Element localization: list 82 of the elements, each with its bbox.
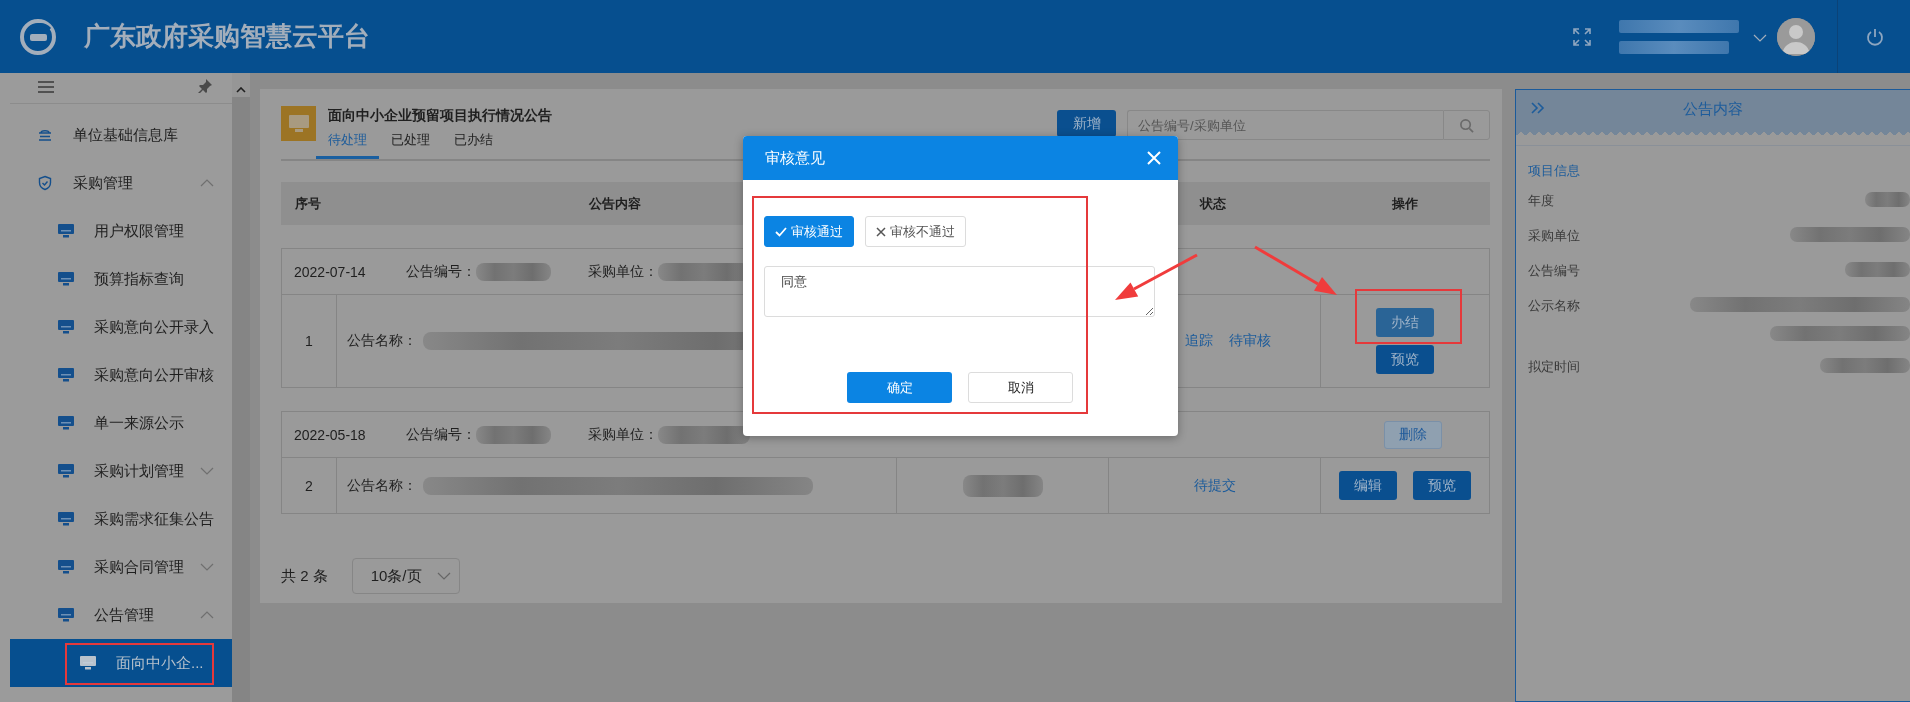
confirm-button[interactable]: 确定	[847, 372, 952, 403]
monitor-icon	[80, 656, 96, 670]
status-text: 待提交	[1193, 476, 1236, 495]
tab[interactable]: 已办结	[442, 130, 505, 159]
action-button[interactable]: 预览	[1413, 471, 1471, 500]
sidebar-item[interactable]: 采购意向公开录入	[10, 303, 232, 351]
status-text: 待审核	[1229, 332, 1271, 350]
sidebar-item[interactable]: 采购合同管理	[10, 543, 232, 591]
monitor-icon	[281, 106, 316, 141]
field-label: 公告编号：	[406, 425, 476, 444]
monitor-icon	[58, 320, 74, 334]
close-icon[interactable]	[1147, 151, 1161, 165]
double-chevron-icon[interactable]	[1531, 102, 1545, 114]
field-label: 公告编号：	[406, 262, 476, 281]
dialog-title: 审核意见	[765, 148, 825, 168]
action-button[interactable]: 预览	[1376, 345, 1434, 374]
scrollbar[interactable]	[232, 73, 250, 702]
search-button[interactable]	[1443, 110, 1490, 140]
page-title: 面向中小企业预留项目执行情况公告	[327, 106, 552, 125]
option-button[interactable]: 审核通过	[764, 216, 854, 247]
tab[interactable]: 已处理	[379, 130, 442, 159]
column-header: 状态	[1198, 194, 1227, 213]
add-button[interactable]: 新增	[1057, 110, 1116, 137]
comment-field[interactable]: 同意	[764, 266, 1155, 317]
fullscreen-icon[interactable]	[1573, 27, 1591, 46]
check-icon	[775, 226, 787, 237]
chevron-down-icon	[436, 572, 451, 580]
field-label: 采购单位	[1528, 227, 1580, 245]
cancel-button[interactable]: 取消	[968, 372, 1073, 403]
sidebar-item[interactable]: 采购计划管理	[10, 447, 232, 495]
column-header: 序号	[294, 194, 322, 213]
row-index: 1	[304, 332, 314, 351]
search-field[interactable]: 公告编号/采购单位	[1127, 110, 1443, 140]
date-text: 2022-07-14	[294, 263, 367, 280]
app-title: 广东政府采购智慧云平台	[84, 20, 370, 53]
action-button[interactable]: 办结	[1376, 308, 1434, 337]
sidebar-item[interactable]: 公告管理	[10, 591, 232, 639]
search-icon	[1459, 117, 1474, 133]
sidebar-item[interactable]: 面向中小企...	[10, 639, 232, 687]
sidebar-item[interactable]: 预算指标查询	[10, 255, 232, 303]
monitor-icon	[58, 464, 74, 478]
monitor-icon	[58, 608, 74, 622]
date-text: 2022-05-18	[294, 426, 367, 443]
monitor-icon	[58, 560, 74, 574]
close-icon	[876, 226, 886, 237]
chevron-down-icon[interactable]	[200, 467, 214, 475]
sidebar-item[interactable]: 采购意向公开审核	[10, 351, 232, 399]
monitor-icon	[58, 368, 74, 382]
column-header: 公告内容	[588, 194, 642, 213]
field-label: 年度	[1528, 192, 1554, 210]
sidebar-item[interactable]: 单一来源公示	[10, 399, 232, 447]
column-header: 操作	[1390, 194, 1419, 213]
field-label: 公告名称：	[347, 476, 417, 495]
avatar[interactable]	[1777, 17, 1815, 56]
chevron-down-icon[interactable]	[200, 563, 214, 571]
field-label: 采购单位：	[588, 262, 658, 281]
sidebar-item[interactable]: 单位基础信息库	[10, 111, 232, 159]
section-title: 项目信息	[1527, 162, 1581, 180]
monitor-icon	[58, 512, 74, 526]
field-label: 采购单位：	[588, 425, 658, 444]
redacted-block	[1845, 262, 1910, 277]
field-label: 公告编号	[1528, 262, 1580, 280]
monitor-icon	[58, 224, 74, 238]
total-count: 共 2 条	[281, 566, 328, 586]
panel-title: 公告内容	[1683, 99, 1743, 119]
option-button[interactable]: 审核不通过	[865, 216, 966, 247]
action-button[interactable]: 编辑	[1339, 471, 1397, 500]
field-label: 公示名称	[1528, 297, 1580, 315]
redacted-block	[1865, 192, 1910, 207]
power-icon[interactable]	[1866, 27, 1884, 46]
shield-icon	[37, 175, 53, 191]
stack-icon	[37, 128, 53, 142]
logo-icon	[20, 18, 56, 55]
sidebar-item[interactable]: 采购需求征集公告	[10, 495, 232, 543]
page-size-select[interactable]: 10条/页	[351, 558, 460, 594]
row-index: 2	[304, 476, 314, 496]
sidebar-item[interactable]: 用户权限管理	[10, 207, 232, 255]
field-label: 拟定时间	[1528, 358, 1580, 376]
monitor-icon	[58, 272, 74, 286]
monitor-icon	[58, 416, 74, 430]
sidebar-item[interactable]: 采购管理	[10, 159, 232, 207]
field-label: 公告名称：	[347, 332, 417, 350]
